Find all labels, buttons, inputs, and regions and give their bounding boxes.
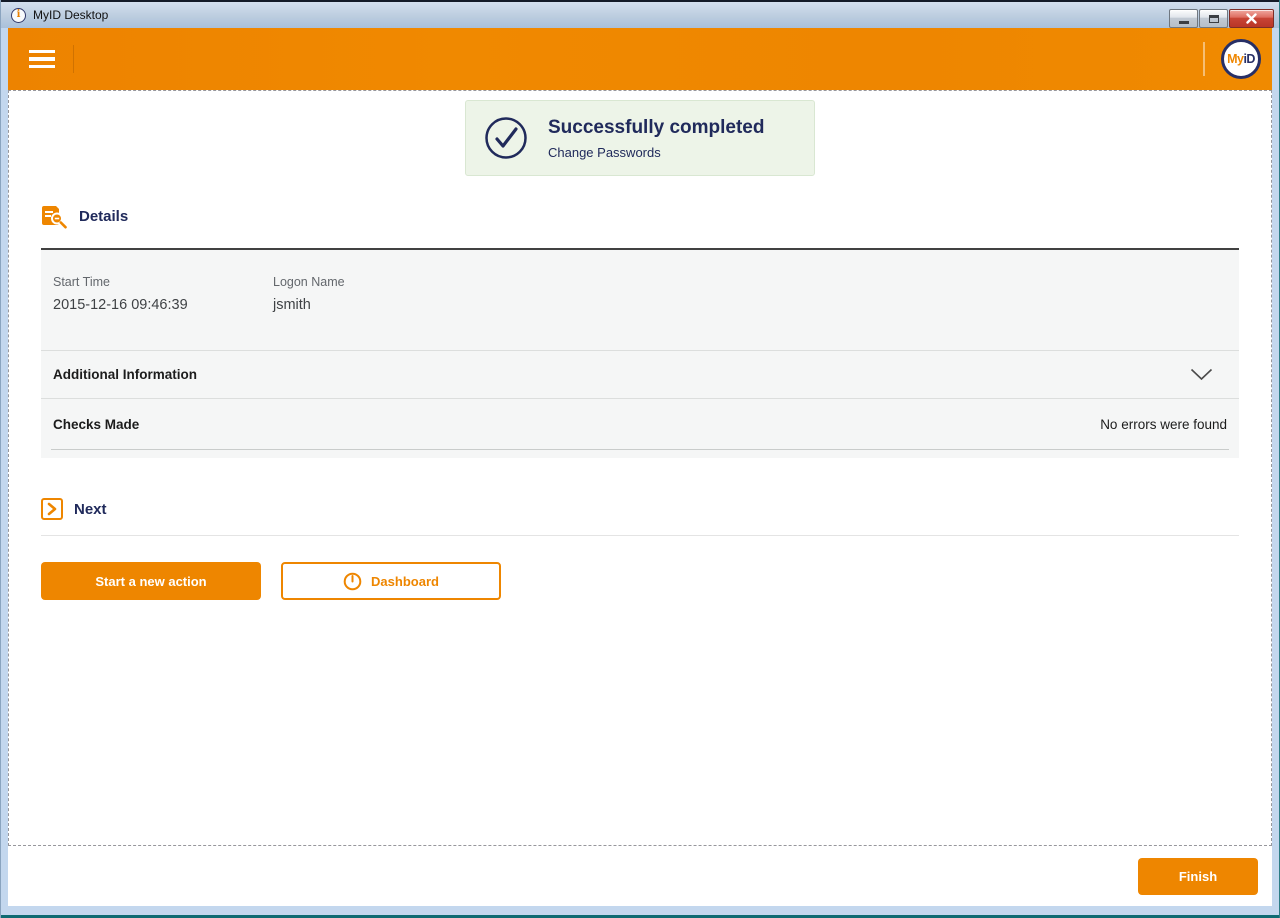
details-heading: Details	[79, 208, 128, 225]
app-window: i MyID Desktop MyiD	[0, 0, 1280, 918]
chevron-right-icon	[41, 498, 63, 520]
window-title: MyID Desktop	[33, 8, 108, 22]
details-fields: Start Time 2015-12-16 09:46:39 Logon Nam…	[41, 250, 1239, 350]
next-section-heading: Next	[41, 498, 1239, 520]
hamburger-menu-icon[interactable]	[29, 50, 55, 69]
close-icon[interactable]	[1229, 9, 1274, 28]
window-frame: MyiD Successfully completed Change Passw…	[1, 28, 1279, 918]
action-buttons: Start a new action Dashboard	[41, 562, 1239, 600]
field-value: 2015-12-16 09:46:39	[53, 297, 273, 313]
main-content: Successfully completed Change Passwords …	[8, 90, 1272, 846]
titlebar: i MyID Desktop	[1, 0, 1279, 28]
success-banner: Successfully completed Change Passwords	[465, 100, 815, 176]
field-start-time: Start Time 2015-12-16 09:46:39	[53, 275, 273, 350]
success-subtitle: Change Passwords	[548, 145, 764, 160]
dashboard-gauge-icon	[343, 572, 362, 591]
details-panel: Start Time 2015-12-16 09:46:39 Logon Nam…	[41, 248, 1239, 458]
checks-made-label: Checks Made	[53, 417, 139, 432]
checks-made-row: Checks Made No errors were found	[41, 399, 1239, 449]
finish-button[interactable]: Finish	[1138, 858, 1258, 895]
additional-information-label: Additional Information	[53, 367, 197, 382]
details-section-heading: Details	[41, 204, 1239, 229]
dashboard-button[interactable]: Dashboard	[281, 562, 501, 600]
next-heading: Next	[74, 501, 107, 518]
window-controls	[1169, 9, 1274, 28]
footer-bar: Finish	[8, 846, 1272, 906]
header-separator-right	[1203, 42, 1205, 76]
field-label: Start Time	[53, 275, 273, 289]
next-divider	[41, 535, 1239, 536]
close-x-glyph	[1246, 13, 1257, 24]
check-circle-icon	[484, 116, 528, 160]
start-new-action-button[interactable]: Start a new action	[41, 562, 261, 600]
success-title: Successfully completed	[548, 117, 764, 139]
app-icon: i	[11, 8, 26, 23]
dashboard-button-label: Dashboard	[371, 574, 439, 589]
app-surface: MyiD Successfully completed Change Passw…	[8, 28, 1272, 906]
minimize-icon[interactable]	[1169, 9, 1198, 28]
additional-information-row[interactable]: Additional Information	[41, 351, 1239, 398]
app-header: MyiD	[8, 28, 1272, 90]
chevron-down-icon[interactable]	[1190, 368, 1213, 381]
myid-logo: MyiD	[1221, 39, 1261, 79]
header-separator	[73, 45, 74, 73]
checks-made-value: No errors were found	[1100, 417, 1227, 432]
maximize-icon[interactable]	[1199, 9, 1228, 28]
field-logon-name: Logon Name jsmith	[273, 275, 345, 350]
details-search-icon	[41, 204, 68, 229]
field-value: jsmith	[273, 297, 345, 313]
field-label: Logon Name	[273, 275, 345, 289]
